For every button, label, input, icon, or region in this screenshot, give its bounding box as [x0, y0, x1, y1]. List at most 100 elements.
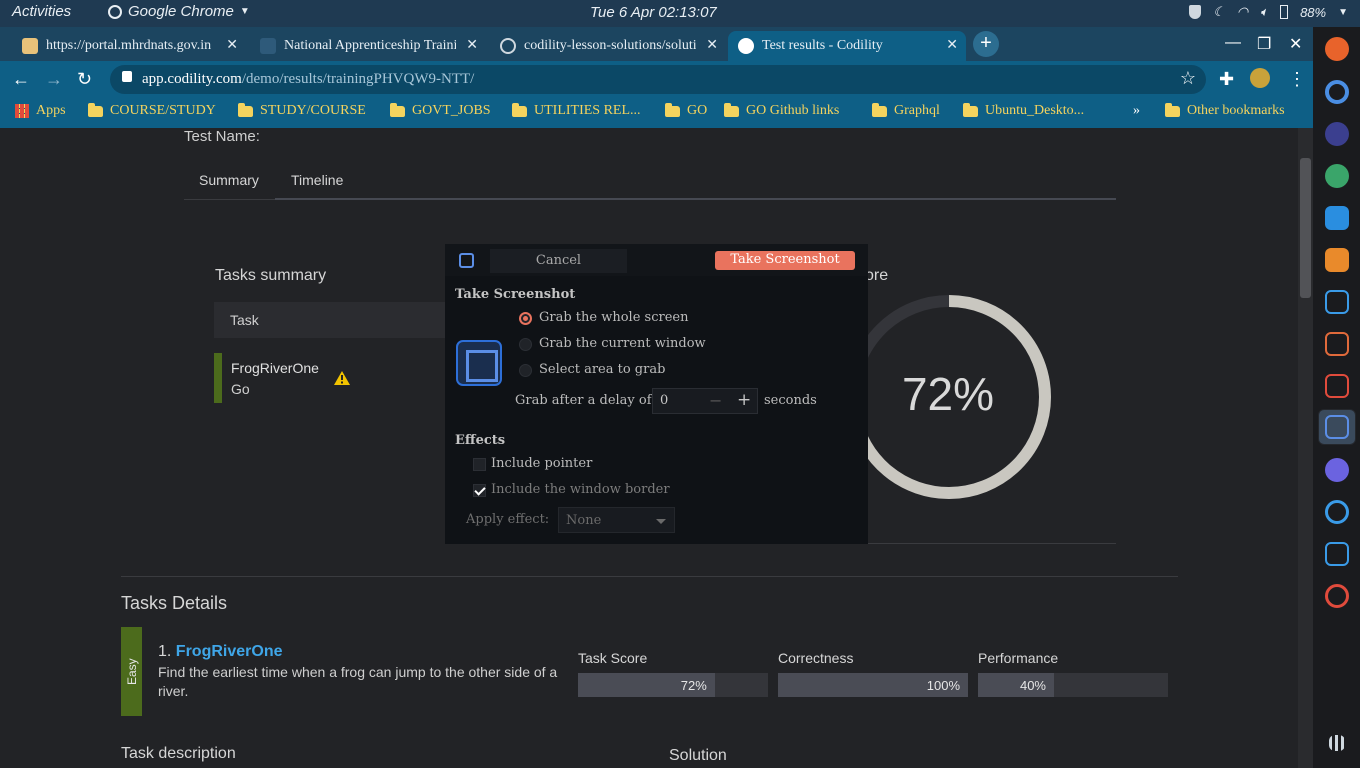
- firefox-icon[interactable]: [1325, 37, 1349, 61]
- bookmark-label: Ubuntu_Deskto...: [985, 103, 1085, 118]
- graduation-cap-icon: [260, 38, 276, 54]
- vscode-icon[interactable]: [1325, 206, 1349, 230]
- text-editor-icon[interactable]: [1325, 290, 1349, 314]
- folder-icon: [1165, 102, 1180, 117]
- bookmarks-overflow-button[interactable]: »: [1133, 103, 1140, 119]
- task-description-heading: Task description: [121, 745, 236, 762]
- divider: [121, 576, 1178, 577]
- bookmark-ubuntu-desktop[interactable]: Ubuntu_Deskto...: [963, 102, 1085, 119]
- bookmark-study-course[interactable]: STUDY/COURSE: [238, 102, 366, 119]
- metric-performance-bar: 40%: [978, 673, 1168, 697]
- maximize-button[interactable]: ❐: [1257, 34, 1271, 54]
- table-row[interactable]: FrogRiverOne Go: [214, 353, 454, 403]
- tab-title: codility-lesson-solutions/solutions: [524, 38, 696, 53]
- task-summary-text: Find the earliest time when a frog can j…: [158, 664, 558, 699]
- folder-icon: [724, 102, 739, 117]
- include-pointer-checkbox[interactable]: [473, 458, 486, 471]
- increment-button[interactable]: +: [737, 390, 751, 410]
- metric-value: 100%: [926, 678, 960, 693]
- system-monitor-icon[interactable]: [1325, 374, 1349, 398]
- grab-current-window-radio[interactable]: [519, 338, 532, 351]
- take-screenshot-section-title: Take Screenshot: [455, 287, 576, 302]
- bookmark-label: GO Github links: [746, 103, 840, 118]
- bookmark-go[interactable]: GO: [665, 102, 707, 119]
- files-icon[interactable]: [1325, 332, 1349, 356]
- tab-summary[interactable]: Summary: [199, 172, 259, 188]
- bookmark-go-github[interactable]: GO Github links: [724, 102, 840, 119]
- bookmark-star-icon[interactable]: ☆: [1180, 68, 1196, 89]
- grab-current-window-label[interactable]: Grab the current window: [539, 336, 706, 351]
- tasks-summary-title: Tasks summary: [215, 267, 327, 284]
- menu-icon[interactable]: ⋮: [1288, 69, 1306, 90]
- bookmark-govt-jobs[interactable]: GOVT_JOBS: [390, 102, 491, 119]
- bookmark-apps[interactable]: Apps: [15, 103, 66, 119]
- include-pointer-label[interactable]: Include pointer: [491, 456, 592, 471]
- github-icon: [500, 38, 516, 54]
- close-icon[interactable]: ✕: [946, 37, 958, 54]
- sublime-icon[interactable]: [1325, 248, 1349, 272]
- clock[interactable]: Tue 6 Apr 02:13:07: [590, 4, 717, 21]
- tab-codility[interactable]: Test results - Codility ✕: [728, 31, 966, 61]
- app-menu[interactable]: Google Chrome ▼: [108, 3, 250, 20]
- terminal-icon[interactable]: [1325, 542, 1349, 566]
- extensions-icon[interactable]: ✚: [1219, 69, 1234, 90]
- new-tab-button[interactable]: +: [973, 31, 999, 57]
- test-name-label: Test Name:: [184, 128, 260, 145]
- avatar[interactable]: [1250, 68, 1270, 88]
- backup-icon[interactable]: [1325, 584, 1349, 608]
- include-border-label[interactable]: Include the window border: [491, 482, 670, 497]
- eclipse-icon[interactable]: [1325, 122, 1349, 146]
- delay-stepper[interactable]: 0 − +: [652, 388, 758, 414]
- tab-apprenticeship[interactable]: National Apprenticeship Training Scheme …: [250, 31, 486, 61]
- address-bar[interactable]: app.codility.com/demo/results/trainingPH…: [110, 65, 1206, 94]
- task-name: FrogRiverOne: [231, 360, 319, 376]
- show-apps-icon[interactable]: [1329, 735, 1345, 751]
- grab-whole-screen-radio[interactable]: [519, 312, 532, 325]
- bookmark-label: Graphql: [894, 103, 940, 118]
- tab-timeline[interactable]: Timeline: [291, 172, 343, 188]
- reload-button[interactable]: ↻: [77, 69, 92, 90]
- bookmark-label: GOVT_JOBS: [412, 103, 491, 118]
- tab-github[interactable]: codility-lesson-solutions/solutions ✕: [490, 31, 726, 61]
- effect-select[interactable]: None: [558, 507, 675, 533]
- difficulty-bar: [214, 353, 222, 403]
- close-window-button[interactable]: ✕: [1289, 34, 1302, 54]
- tab-strip: https://portal.mhrdnats.gov.in ✕ Nationa…: [0, 27, 1313, 61]
- folder-icon: [872, 102, 887, 117]
- activities-button[interactable]: Activities: [12, 3, 71, 20]
- close-icon[interactable]: ✕: [226, 37, 238, 54]
- web-icon[interactable]: [1325, 458, 1349, 482]
- url-text: app.codility.com/demo/results/trainingPH…: [142, 71, 474, 88]
- close-icon[interactable]: ✕: [706, 37, 718, 54]
- browser-icon[interactable]: [1325, 164, 1349, 188]
- settings-icon[interactable]: [1325, 500, 1349, 524]
- bookmark-other[interactable]: Other bookmarks: [1165, 102, 1285, 119]
- minimize-button[interactable]: —: [1225, 34, 1241, 52]
- delay-value[interactable]: 0: [660, 393, 668, 408]
- take-screenshot-button[interactable]: Take Screenshot: [715, 251, 855, 270]
- score-label: ore: [865, 267, 889, 284]
- include-border-checkbox[interactable]: [473, 484, 486, 497]
- select-area-label[interactable]: Select area to grab: [539, 362, 665, 377]
- chrome-icon[interactable]: [1325, 80, 1349, 104]
- decrement-button[interactable]: −: [709, 391, 722, 410]
- screenshot-icon: [459, 253, 474, 268]
- close-icon[interactable]: ✕: [466, 37, 478, 54]
- tab-portal[interactable]: https://portal.mhrdnats.gov.in ✕: [12, 31, 246, 61]
- task-link[interactable]: FrogRiverOne: [176, 643, 283, 660]
- task-column-header: Task: [214, 302, 454, 338]
- grab-whole-screen-label[interactable]: Grab the whole screen: [539, 310, 688, 325]
- bookmark-course-study[interactable]: COURSE/STUDY: [88, 102, 216, 119]
- back-button[interactable]: ←: [12, 69, 30, 90]
- system-tray[interactable]: ☾ ◠ 🔈︎ 88% ▼: [1189, 4, 1348, 20]
- wifi-icon: ◠: [1236, 4, 1249, 19]
- night-light-icon: ☾: [1213, 4, 1225, 19]
- tab-title: https://portal.mhrdnats.gov.in: [46, 38, 212, 53]
- cancel-button[interactable]: Cancel: [490, 249, 627, 273]
- scrollbar-thumb[interactable]: [1300, 158, 1311, 298]
- forward-button[interactable]: →: [45, 69, 63, 90]
- select-area-radio[interactable]: [519, 364, 532, 377]
- difficulty-label: Easy: [125, 658, 139, 685]
- bookmark-graphql[interactable]: Graphql: [872, 102, 940, 119]
- bookmark-utilities[interactable]: UTILITIES REL...: [512, 102, 641, 119]
